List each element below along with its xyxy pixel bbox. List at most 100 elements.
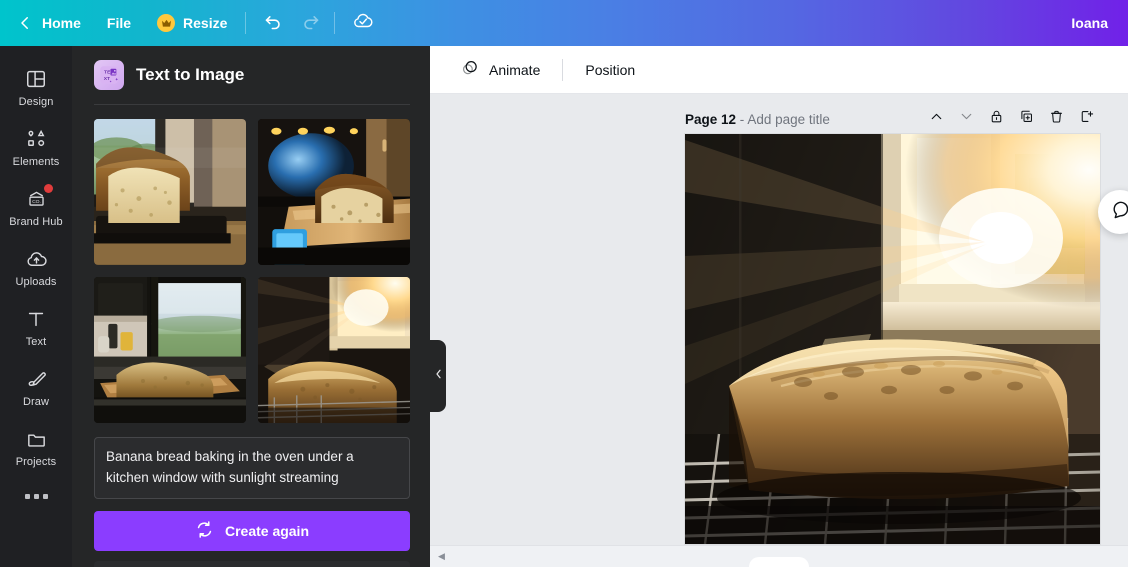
file-menu-button[interactable]: File: [97, 7, 141, 39]
delete-page-button[interactable]: [1042, 105, 1070, 133]
position-label: Position: [585, 61, 636, 78]
collapse-panel-handle[interactable]: [430, 340, 446, 412]
page-container: Page 12 - Add page title: [685, 94, 1100, 544]
create-again-button[interactable]: Create again: [94, 510, 410, 551]
undo-button[interactable]: [258, 7, 290, 39]
move-page-up-button[interactable]: [922, 105, 950, 133]
crown-icon: [157, 14, 176, 32]
result-thumbnail-2[interactable]: [258, 118, 410, 265]
chevron-left-icon: [434, 367, 443, 385]
result-thumbnail-1[interactable]: [94, 118, 246, 265]
file-label: File: [106, 15, 132, 31]
prompt-input[interactable]: Banana bread baking in the oven under a …: [94, 436, 410, 499]
sidebar-item-draw[interactable]: Draw: [2, 358, 70, 415]
main-area: Animate Position Page 12 - Add page titl…: [430, 46, 1128, 567]
sidebar-item-label: Text: [25, 336, 47, 348]
trash-icon: [1048, 108, 1065, 130]
account-name[interactable]: Ioana: [1071, 15, 1108, 31]
dot: [24, 494, 30, 499]
context-toolbar-divider: [562, 58, 564, 81]
text-to-image-icon: TE XT: [94, 60, 124, 90]
resize-button[interactable]: Resize: [147, 7, 237, 39]
panel-header: TE XT Text to Image: [72, 46, 430, 104]
refresh-icon: [195, 520, 214, 542]
toolbar-divider-2: [334, 12, 336, 34]
svg-text:TE: TE: [104, 70, 111, 76]
page-canvas[interactable]: [685, 134, 1100, 544]
panel-content[interactable]: Banana bread baking in the oven under a …: [72, 105, 430, 567]
dot: [42, 494, 48, 499]
result-thumbnail-4[interactable]: [258, 276, 410, 423]
home-label: Home: [42, 15, 81, 31]
chevron-left-icon: [16, 14, 34, 32]
canvas-area[interactable]: Page 12 - Add page title: [430, 94, 1128, 545]
panel-footer-partial: [94, 560, 410, 567]
upload-cloud-icon: [24, 247, 48, 271]
canvas-image-banana-bread: [685, 134, 1100, 544]
scroll-indicator-icon: ◀: [438, 551, 445, 561]
position-button[interactable]: Position: [573, 54, 647, 86]
context-toolbar: Animate Position: [430, 46, 1128, 94]
animate-icon: [460, 58, 480, 81]
animate-button[interactable]: Animate: [448, 54, 552, 86]
text-t-icon: [24, 307, 48, 331]
left-rail: Design Elements CO. Brand Hub Uploads Te…: [0, 46, 72, 567]
sidebar-item-design[interactable]: Design: [2, 58, 70, 115]
duplicate-icon: [1018, 108, 1035, 130]
canva-editor-window: Home File Resize Ioana Design Elements C…: [0, 0, 1128, 567]
sidebar-item-text[interactable]: Text: [2, 298, 70, 355]
sidebar-item-elements[interactable]: Elements: [2, 118, 70, 175]
more-apps-icon[interactable]: [24, 482, 48, 511]
page-title-placeholder: Add page title: [747, 111, 830, 127]
folder-icon: [24, 427, 48, 451]
lock-page-button[interactable]: [982, 105, 1010, 133]
resize-label: Resize: [183, 15, 228, 31]
sidebar-item-label: Projects: [15, 456, 57, 468]
sidebar-item-projects[interactable]: Projects: [2, 418, 70, 475]
pen-draw-icon: [24, 367, 48, 391]
brand-hub-icon: CO.: [24, 184, 53, 211]
toolbar-divider-1: [245, 12, 247, 34]
chevron-up-icon: [928, 108, 945, 130]
panel-title: Text to Image: [136, 65, 245, 84]
home-back-button[interactable]: Home: [12, 7, 91, 39]
cloud-save-status-button[interactable]: [347, 7, 379, 39]
sidebar-item-label: Elements: [12, 156, 60, 168]
page-title[interactable]: Page 12 - Add page title: [685, 112, 830, 127]
sidebar-item-label: Draw: [22, 396, 50, 408]
page-header: Page 12 - Add page title: [685, 94, 1100, 134]
editor-body: Design Elements CO. Brand Hub Uploads Te…: [0, 46, 1128, 567]
result-thumbnail-3[interactable]: [94, 276, 246, 423]
dot: [33, 494, 39, 499]
svg-text:CO.: CO.: [32, 198, 41, 204]
redo-button[interactable]: [294, 7, 326, 39]
prompt-value: Banana bread baking in the oven under a …: [106, 448, 354, 485]
svg-text:XT: XT: [104, 76, 110, 82]
animate-label: Animate: [489, 61, 541, 78]
page-title-separator: -: [736, 111, 748, 127]
text-to-image-panel: TE XT Text to Image Banana bread baking …: [72, 46, 430, 567]
brand-hub-notification-dot: [44, 184, 53, 193]
page-number-label: Page 12: [685, 111, 737, 127]
generated-image-grid: [94, 118, 410, 423]
comments-button[interactable]: [1098, 190, 1128, 234]
sidebar-item-label: Design: [18, 96, 54, 108]
comment-bubble-icon: [1110, 199, 1128, 225]
sidebar-item-uploads[interactable]: Uploads: [2, 238, 70, 295]
panel-title-row: TE XT Text to Image: [94, 60, 410, 104]
redo-icon: [300, 11, 320, 36]
top-toolbar: Home File Resize Ioana: [0, 0, 1128, 46]
move-page-down-button[interactable]: [952, 105, 980, 133]
page-navigation-chip[interactable]: [749, 557, 809, 567]
page-tools: [922, 105, 1100, 133]
bottom-bar: ◀: [430, 545, 1128, 567]
undo-icon: [264, 11, 284, 36]
chevron-down-icon: [958, 108, 975, 130]
duplicate-page-button[interactable]: [1012, 105, 1040, 133]
sidebar-item-brand-hub[interactable]: CO. Brand Hub: [2, 178, 70, 235]
add-page-button[interactable]: [1072, 105, 1100, 133]
sidebar-item-label: Brand Hub: [9, 216, 63, 228]
add-page-icon: [1078, 108, 1095, 130]
top-toolbar-left: Home File Resize: [0, 7, 379, 39]
shapes-icon: [24, 127, 48, 151]
